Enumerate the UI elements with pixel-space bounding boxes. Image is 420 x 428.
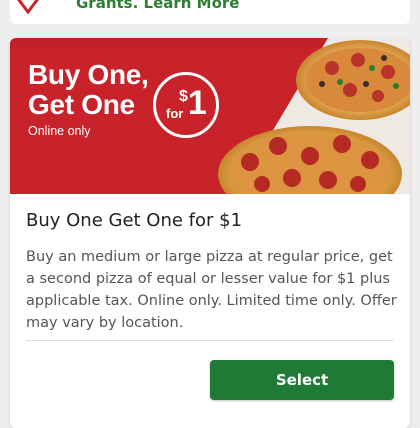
badge-dollar-sign: $	[179, 88, 188, 105]
banner-line-2: Get One	[28, 89, 135, 120]
promo-banner-image: Buy One, Get One Online only for $1	[10, 38, 410, 194]
badge-amount: 1	[187, 84, 207, 122]
promo-title: Buy One Get One for $1	[26, 210, 243, 231]
brand-logo-icon	[17, 0, 39, 15]
info-card-partial: Grants. Learn More	[10, 0, 410, 24]
banner-subtext: Online only	[28, 124, 91, 138]
learn-more-link[interactable]: Grants. Learn More	[76, 0, 239, 12]
select-button[interactable]: Select	[210, 360, 394, 400]
price-badge: for $1	[153, 72, 219, 138]
banner-line-1: Buy One,	[28, 59, 149, 90]
badge-price: $1	[179, 83, 207, 123]
promo-card: Buy One, Get One Online only for $1 Buy …	[10, 38, 410, 428]
promo-description: Buy an medium or large pizza at regular …	[26, 249, 397, 331]
banner-headline: Buy One, Get One Online only	[28, 59, 149, 139]
divider	[26, 340, 394, 341]
